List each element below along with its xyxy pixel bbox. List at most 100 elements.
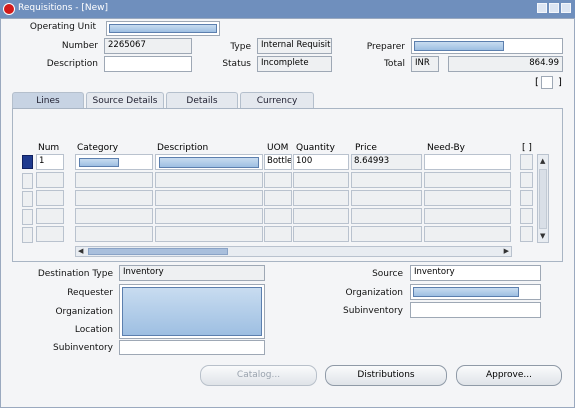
horizontal-scroll-thumb[interactable] bbox=[88, 248, 228, 255]
empty-cell[interactable] bbox=[520, 190, 533, 206]
col-header-uom: UOM bbox=[267, 143, 289, 153]
catalog-button[interactable]: Catalog... bbox=[200, 365, 317, 386]
empty-cell[interactable] bbox=[424, 208, 511, 224]
vertical-scrollbar[interactable]: ▲ ▼ bbox=[537, 154, 549, 243]
empty-cell[interactable] bbox=[155, 226, 263, 242]
tab-currency[interactable]: Currency bbox=[240, 92, 314, 109]
source-subinventory-field[interactable] bbox=[410, 302, 541, 318]
col-header-quantity: Quantity bbox=[296, 143, 335, 153]
row-selector[interactable] bbox=[22, 209, 33, 225]
empty-cell[interactable] bbox=[520, 208, 533, 224]
empty-cell[interactable] bbox=[351, 190, 422, 206]
row-1-price[interactable]: 8.64993 bbox=[351, 154, 422, 170]
row-1-need-by[interactable] bbox=[424, 154, 511, 170]
empty-cell[interactable] bbox=[36, 226, 64, 242]
row-1-quantity[interactable]: 100 bbox=[293, 154, 349, 170]
close-icon[interactable] bbox=[561, 3, 571, 13]
row-1-num[interactable]: 1 bbox=[36, 154, 64, 170]
row-selector[interactable] bbox=[22, 173, 33, 189]
col-header-price: Price bbox=[355, 143, 377, 153]
empty-cell[interactable] bbox=[36, 208, 64, 224]
empty-cell[interactable] bbox=[293, 190, 349, 206]
type-field[interactable]: Internal Requisit bbox=[257, 38, 332, 54]
location-label: Location bbox=[74, 325, 113, 335]
vertical-scroll-thumb[interactable] bbox=[539, 169, 547, 229]
status-field[interactable]: Incomplete bbox=[257, 56, 332, 72]
empty-cell[interactable] bbox=[155, 172, 263, 188]
requester-organization-location-fields[interactable] bbox=[119, 284, 265, 339]
col-header-need-by: Need-By bbox=[427, 143, 465, 153]
title-bar: Requisitions - [New] bbox=[0, 0, 575, 18]
empty-cell[interactable] bbox=[264, 172, 292, 188]
row-1-flex[interactable] bbox=[520, 154, 533, 170]
number-field[interactable]: 2265067 bbox=[104, 38, 192, 54]
currency-field[interactable]: INR bbox=[411, 56, 439, 72]
empty-cell[interactable] bbox=[264, 208, 292, 224]
approve-button[interactable]: Approve... bbox=[456, 365, 562, 386]
source-organization-field[interactable] bbox=[410, 284, 541, 300]
empty-cell[interactable] bbox=[424, 226, 511, 242]
empty-cell[interactable] bbox=[293, 208, 349, 224]
empty-cell[interactable] bbox=[36, 172, 64, 188]
requester-label: Requester bbox=[67, 288, 113, 298]
source-field[interactable]: Inventory bbox=[410, 265, 541, 281]
scroll-up-icon[interactable]: ▲ bbox=[540, 157, 545, 165]
subinventory-field[interactable] bbox=[119, 340, 265, 355]
empty-cell[interactable] bbox=[36, 190, 64, 206]
operating-unit-label: Operating Unit bbox=[29, 22, 96, 32]
status-label: Status bbox=[222, 59, 251, 69]
total-field[interactable]: 864.99 bbox=[448, 56, 563, 72]
operating-unit-field[interactable] bbox=[106, 21, 220, 36]
total-label: Total bbox=[383, 59, 405, 69]
description-field[interactable] bbox=[104, 56, 192, 72]
description-label: Description bbox=[46, 59, 98, 69]
empty-cell[interactable] bbox=[155, 208, 263, 224]
col-header-num: Num bbox=[38, 143, 60, 153]
minimize-icon[interactable] bbox=[537, 3, 547, 13]
destination-type-field[interactable]: Inventory bbox=[119, 265, 265, 281]
empty-cell[interactable] bbox=[264, 226, 292, 242]
empty-cell[interactable] bbox=[75, 190, 153, 206]
tab-source-details[interactable]: Source Details bbox=[86, 92, 164, 109]
tab-lines[interactable]: Lines bbox=[12, 92, 84, 109]
scroll-right-icon[interactable]: ▶ bbox=[504, 247, 509, 255]
empty-cell[interactable] bbox=[75, 226, 153, 242]
empty-cell[interactable] bbox=[293, 226, 349, 242]
col-header-flex: [ ] bbox=[522, 143, 532, 153]
preparer-label: Preparer bbox=[366, 42, 405, 52]
maximize-icon[interactable] bbox=[549, 3, 559, 13]
empty-cell[interactable] bbox=[264, 190, 292, 206]
row-selector-active[interactable] bbox=[22, 155, 33, 169]
oracle-app-icon bbox=[3, 3, 15, 15]
row-selector[interactable] bbox=[22, 227, 33, 243]
preparer-field[interactable] bbox=[411, 38, 563, 54]
scroll-left-icon[interactable]: ◀ bbox=[78, 247, 83, 255]
col-header-category: Category bbox=[77, 143, 119, 153]
empty-cell[interactable] bbox=[520, 226, 533, 242]
row-1-uom[interactable]: Bottle bbox=[264, 154, 292, 170]
distributions-button[interactable]: Distributions bbox=[325, 365, 447, 386]
destination-type-label: Destination Type bbox=[37, 269, 113, 279]
empty-cell[interactable] bbox=[520, 172, 533, 188]
scroll-down-icon[interactable]: ▼ bbox=[540, 232, 545, 240]
empty-cell[interactable] bbox=[75, 172, 153, 188]
empty-cell[interactable] bbox=[351, 172, 422, 188]
empty-cell[interactable] bbox=[75, 208, 153, 224]
empty-cell[interactable] bbox=[424, 172, 511, 188]
descriptive-flex-bracket-right: ] bbox=[558, 77, 562, 88]
source-subinventory-label: Subinventory bbox=[343, 306, 403, 316]
row-1-description[interactable] bbox=[155, 154, 263, 170]
row-1-category[interactable] bbox=[75, 154, 153, 170]
number-label: Number bbox=[61, 41, 98, 51]
source-organization-label: Organization bbox=[345, 288, 403, 298]
tab-details[interactable]: Details bbox=[166, 92, 238, 109]
empty-cell[interactable] bbox=[424, 190, 511, 206]
row-selector[interactable] bbox=[22, 191, 33, 207]
organization-label: Organization bbox=[55, 307, 113, 317]
empty-cell[interactable] bbox=[155, 190, 263, 206]
empty-cell[interactable] bbox=[351, 226, 422, 242]
descriptive-flex-field[interactable] bbox=[541, 76, 553, 89]
horizontal-scrollbar[interactable]: ◀ ▶ bbox=[75, 246, 512, 257]
empty-cell[interactable] bbox=[351, 208, 422, 224]
empty-cell[interactable] bbox=[293, 172, 349, 188]
